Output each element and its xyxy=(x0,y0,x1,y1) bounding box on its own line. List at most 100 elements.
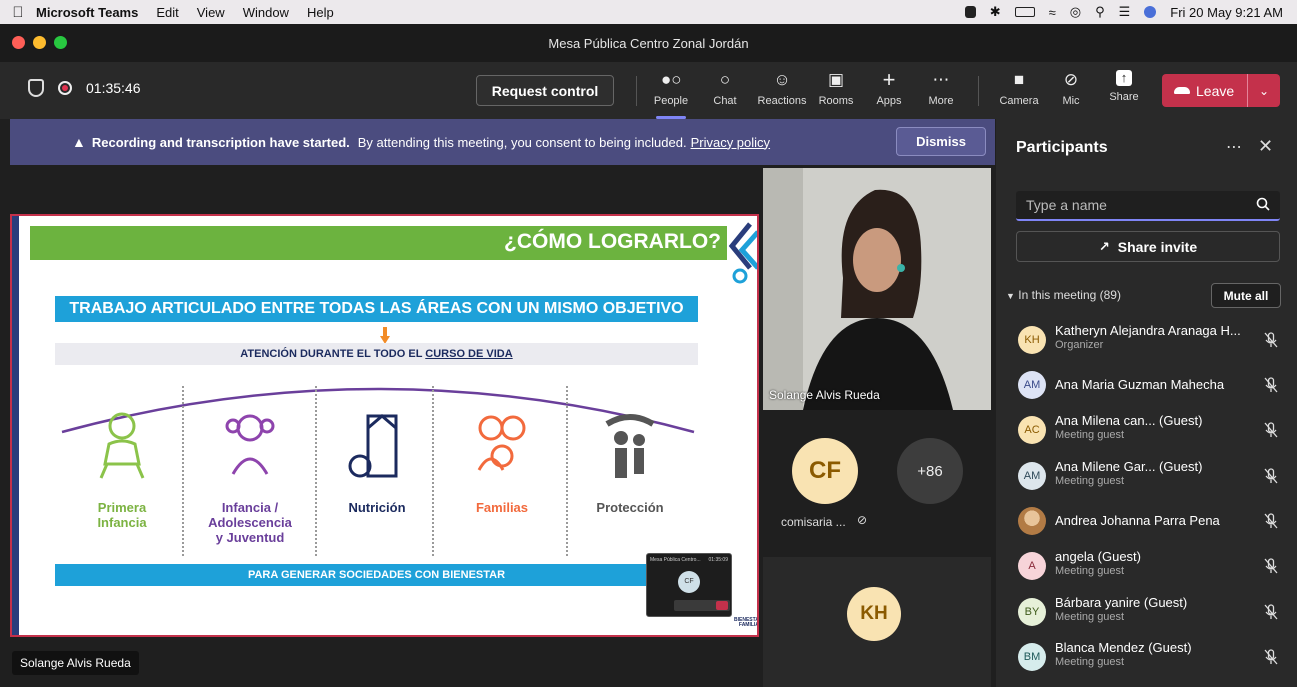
close-icon[interactable]: ✕ xyxy=(1258,136,1273,157)
video-name: Solange Alvis Rueda xyxy=(769,388,880,402)
participant-name: Ana Milene Gar... (Guest) xyxy=(1055,459,1203,474)
participant-tile-cf[interactable]: CF comisaria ... ⊘ +86 xyxy=(763,415,991,552)
people-button[interactable]: ●○ People xyxy=(643,70,699,119)
participant-row[interactable]: KH Katheryn Alejandra Aranaga H... Organiz… xyxy=(996,318,1297,362)
chat-button[interactable]: ○ Chat xyxy=(697,70,753,107)
window-title: Mesa Pública Centro Zonal Jordán xyxy=(548,35,749,51)
share-button[interactable]: ↑ Share xyxy=(1096,70,1152,103)
participant-row[interactable]: Andrea Johanna Parra Pena xyxy=(996,499,1297,543)
slide-title: ¿CÓMO LOGRARLO? xyxy=(504,230,721,253)
participant-tile-kh[interactable]: KH xyxy=(763,557,991,687)
participant-video-tile[interactable]: Solange Alvis Rueda xyxy=(763,168,991,410)
wifi-off-icon[interactable]: ≈ xyxy=(1049,5,1056,20)
mic-off-icon[interactable] xyxy=(1264,558,1278,574)
participant-name: angela (Guest) xyxy=(1055,549,1141,564)
close-window-button[interactable] xyxy=(12,36,25,49)
leave-button[interactable]: Leave ⌄ xyxy=(1162,74,1280,107)
switch-icon[interactable]: ☰ xyxy=(1119,4,1131,20)
mic-off-icon[interactable] xyxy=(1264,377,1278,393)
bienestar-logo-icon xyxy=(728,222,757,284)
participant-role: Meeting guest xyxy=(1055,565,1125,577)
privacy-policy-link[interactable]: Privacy policy xyxy=(691,135,770,150)
people-label: People xyxy=(653,95,689,107)
mic-off-icon[interactable] xyxy=(1264,604,1278,620)
camera-button[interactable]: ■ Camera xyxy=(991,70,1047,107)
avatar: KH xyxy=(1018,326,1046,354)
avatar xyxy=(1018,507,1046,535)
dismiss-button[interactable]: Dismiss xyxy=(896,127,986,156)
participant-row[interactable]: AM Ana Maria Guzman Mahecha xyxy=(996,363,1297,407)
participant-row[interactable]: AM Ana Milene Gar... (Guest) Meeting guest xyxy=(996,454,1297,498)
participant-row[interactable]: BY Bárbara yanire (Guest) Meeting guest xyxy=(996,590,1297,634)
participant-name: Ana Milena can... (Guest) xyxy=(1055,413,1203,428)
more-button[interactable]: ⋯ More xyxy=(913,70,969,107)
menu-clock[interactable]: Fri 20 May 9:21 AM xyxy=(1170,5,1283,20)
spotlight-icon[interactable]: ⚲ xyxy=(1095,4,1105,20)
minimize-window-button[interactable] xyxy=(33,36,46,49)
meeting-stage: ¿CÓMO LOGRARLO? TRABAJO ARTICULADO ENTRE… xyxy=(0,165,996,687)
muted-mic-icon: ⊘ xyxy=(857,513,868,527)
participant-row[interactable]: Aangela (Guest) Meeting guest xyxy=(996,544,1297,588)
control-center-icon[interactable]: ◎ xyxy=(1070,4,1081,20)
mic-off-icon[interactable] xyxy=(1264,513,1278,529)
mic-off-icon[interactable] xyxy=(1264,422,1278,438)
shared-mini-meeting-window: Mesa Pública Centro... 01:35:09 CF xyxy=(646,553,732,617)
share-invite-button[interactable]: ↗ Share invite xyxy=(1016,231,1280,262)
leave-options-chevron-icon[interactable]: ⌄ xyxy=(1247,74,1280,107)
avatar: KH xyxy=(847,587,901,641)
share-label: Share xyxy=(1109,91,1139,103)
apps-button[interactable]: + Apps xyxy=(861,69,917,108)
participant-role: Organizer xyxy=(1055,339,1104,351)
rooms-button[interactable]: ▣ Rooms xyxy=(808,70,864,107)
slide-objective-bar: TRABAJO ARTICULADO ENTRE TODAS LAS ÁREAS… xyxy=(55,296,698,322)
area-primera-infancia: Primera Infancia xyxy=(62,408,182,530)
participant-search-input[interactable]: Type a name xyxy=(1016,191,1280,221)
reactions-icon: ☺ xyxy=(773,70,791,89)
apps-label: Apps xyxy=(876,95,902,107)
siri-icon[interactable] xyxy=(1144,6,1157,18)
meeting-info-shield-icon[interactable] xyxy=(28,79,44,97)
avatar: AC xyxy=(1018,416,1046,444)
menu-window[interactable]: Window xyxy=(243,5,289,20)
bluetooth-icon[interactable]: ✱ xyxy=(990,4,1001,20)
area-nutricion: Nutrición xyxy=(317,408,437,515)
rooms-label: Rooms xyxy=(818,95,854,107)
battery-icon[interactable] xyxy=(1014,7,1035,17)
people-icon: ●○ xyxy=(661,70,682,89)
menu-edit[interactable]: Edit xyxy=(156,5,178,20)
avatar: AM xyxy=(1018,462,1046,490)
share-invite-icon: ↗ xyxy=(1098,238,1110,254)
request-control-button[interactable]: Request control xyxy=(476,75,614,106)
panel-more-options-icon[interactable]: ⋯ xyxy=(1226,137,1242,157)
mic-off-icon[interactable] xyxy=(1264,332,1278,348)
mic-off-icon[interactable] xyxy=(1264,468,1278,484)
apple-menu-icon[interactable]:  xyxy=(0,4,36,21)
participants-panel: Participants ⋯ ✕ Type a name ↗ Share inv… xyxy=(996,119,1297,687)
mic-label: Mic xyxy=(1062,95,1080,107)
mic-off-icon[interactable] xyxy=(1264,649,1278,665)
area-label: Infancia / Adolescencia y Juventud xyxy=(208,500,292,545)
mute-all-button[interactable]: Mute all xyxy=(1211,283,1281,308)
participant-role: Meeting guest xyxy=(1055,611,1125,623)
menu-help[interactable]: Help xyxy=(307,5,334,20)
avatar: BY xyxy=(1018,598,1046,626)
zoom-window-button[interactable] xyxy=(54,36,67,49)
mic-button[interactable]: ⊘ Mic xyxy=(1043,70,1099,107)
participant-row[interactable]: AC Ana Milena can... (Guest) Meeting guest xyxy=(996,408,1297,452)
reactions-button[interactable]: ☺ Reactions xyxy=(754,70,810,107)
area-infancia-adolescencia: Infancia / Adolescencia y Juventud xyxy=(190,408,310,545)
in-meeting-header[interactable]: ▼ In this meeting (89) xyxy=(1006,288,1121,302)
area-proteccion: Protección xyxy=(570,408,690,515)
banner-bold-text: Recording and transcription have started… xyxy=(91,134,350,150)
family-icon xyxy=(477,415,526,471)
menu-app-name[interactable]: Microsoft Teams xyxy=(36,5,138,20)
toolbar-divider xyxy=(636,76,637,106)
participant-name: Andrea Johanna Parra Pena xyxy=(1055,513,1220,528)
mini-avatar: CF xyxy=(678,571,700,593)
menu-view[interactable]: View xyxy=(197,5,225,20)
area-label: Nutrición xyxy=(348,500,406,515)
meeting-toolbar: 01:35:46 Request control ●○ People ○ Cha… xyxy=(0,62,1297,119)
status-shield-icon[interactable] xyxy=(964,6,976,18)
overflow-participants[interactable]: +86 xyxy=(897,438,963,504)
participant-row[interactable]: BM Blanca Mendez (Guest) Meeting guest xyxy=(996,635,1297,679)
